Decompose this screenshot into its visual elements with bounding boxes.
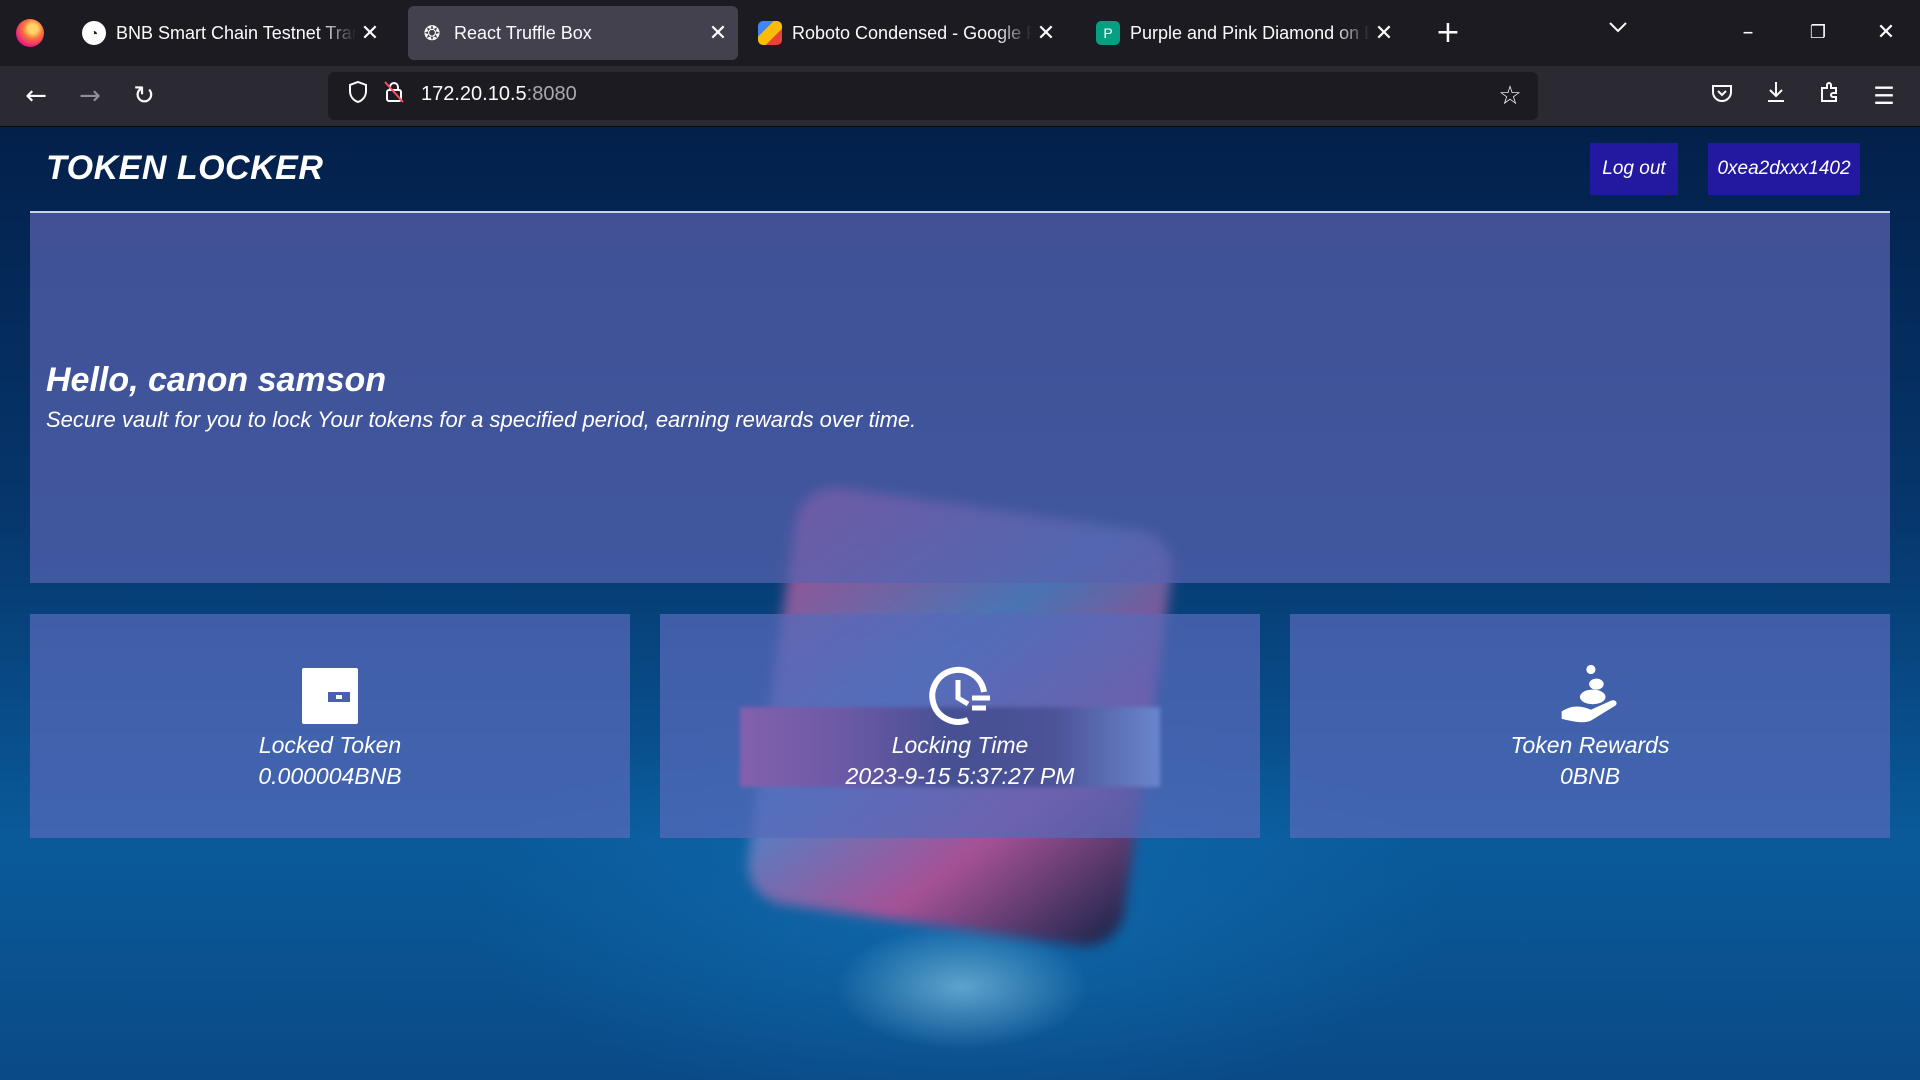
insecure-lock-icon[interactable]	[378, 80, 410, 112]
vault-description: Secure vault for you to lock Your tokens…	[46, 407, 917, 432]
pexels-icon: P	[1096, 21, 1120, 45]
new-tab-plus-icon[interactable]: +	[1432, 14, 1464, 52]
card-label: Token Rewards	[1510, 732, 1670, 758]
downloads-icon[interactable]	[1756, 76, 1796, 116]
card-value: 2023-9-15 5:37:27 PM	[845, 763, 1075, 789]
tab-title: Roboto Condensed - Google Fo	[792, 22, 1032, 43]
tab-bscscan[interactable]: ◔ BNB Smart Chain Testnet Transa ✕	[70, 6, 390, 60]
reload-icon[interactable]: ↻	[124, 76, 164, 116]
card-label: Locking Time	[891, 732, 1029, 758]
tab-close-icon[interactable]: ✕	[1370, 20, 1398, 46]
url-port: :8080	[526, 83, 577, 105]
tab-close-icon[interactable]: ✕	[356, 20, 384, 46]
tab-pexels[interactable]: P Purple and Pink Diamond on Bl ✕	[1084, 6, 1404, 60]
minimize-icon[interactable]: –	[1720, 10, 1776, 56]
greeting-heading: Hello, canon samson	[46, 361, 387, 399]
close-window-icon[interactable]: ✕	[1858, 10, 1914, 56]
account-address-button[interactable]: 0xea2dxxx1402	[1708, 143, 1860, 195]
hero-panel: Hello, canon samson Secure vault for you…	[30, 213, 1890, 583]
list-all-tabs-chevron-icon[interactable]	[1608, 14, 1628, 38]
token-rewards-card: Token Rewards 0BNB	[1290, 614, 1890, 838]
logout-button[interactable]: Log out	[1590, 143, 1678, 195]
token-locker-page: TOKEN LOCKER Log out 0xea2dxxx1402 Hello…	[0, 127, 1920, 1080]
browser-nav-bar: ← → ↻ 172.20.10.5:8080 ☆ ☰	[0, 66, 1920, 127]
pocket-icon[interactable]	[1702, 76, 1742, 116]
tracking-protection-shield-icon[interactable]	[342, 80, 374, 112]
locked-token-card: Locked Token 0.000004BNB	[30, 614, 630, 838]
browser-tab-bar: ◔ BNB Smart Chain Testnet Transa ✕ ❂ Rea…	[0, 0, 1920, 66]
clock-icon	[928, 664, 992, 728]
extensions-puzzle-icon[interactable]	[1810, 76, 1850, 116]
card-value: 0BNB	[1559, 763, 1621, 789]
bscscan-icon: ◔	[82, 21, 106, 45]
google-fonts-icon	[758, 21, 782, 45]
card-label: Locked Token	[258, 732, 402, 758]
app-menu-hamburger-icon[interactable]: ☰	[1864, 76, 1904, 116]
forward-arrow-icon[interactable]: →	[70, 76, 110, 116]
locking-time-card: Locking Time 2023-9-15 5:37:27 PM	[660, 614, 1260, 838]
firefox-logo-icon[interactable]	[16, 19, 44, 47]
tab-title: React Truffle Box	[454, 22, 592, 43]
back-arrow-icon[interactable]: ←	[16, 76, 56, 116]
hand-coin-icon	[1558, 664, 1622, 728]
restore-icon[interactable]: ❐	[1790, 10, 1846, 56]
tab-title: BNB Smart Chain Testnet Transa	[116, 22, 356, 43]
wallet-icon	[298, 664, 362, 728]
tab-close-icon[interactable]: ✕	[704, 20, 732, 46]
card-value: 0.000004BNB	[258, 763, 402, 789]
tab-react-truffle-box[interactable]: ❂ React Truffle Box ✕	[408, 6, 738, 60]
url-host: 172.20.10.5	[421, 83, 527, 105]
tab-title: Purple and Pink Diamond on Bl	[1130, 22, 1370, 43]
brand-title: TOKEN LOCKER	[46, 149, 324, 187]
url-text[interactable]: 172.20.10.5:8080	[421, 83, 577, 106]
truffle-icon: ❂	[423, 22, 441, 45]
tab-close-icon[interactable]: ✕	[1032, 20, 1060, 46]
bookmark-star-icon[interactable]: ☆	[1494, 80, 1526, 112]
address-bar[interactable]: 172.20.10.5:8080 ☆	[328, 72, 1538, 120]
tab-google-fonts[interactable]: Roboto Condensed - Google Fo ✕	[746, 6, 1066, 60]
